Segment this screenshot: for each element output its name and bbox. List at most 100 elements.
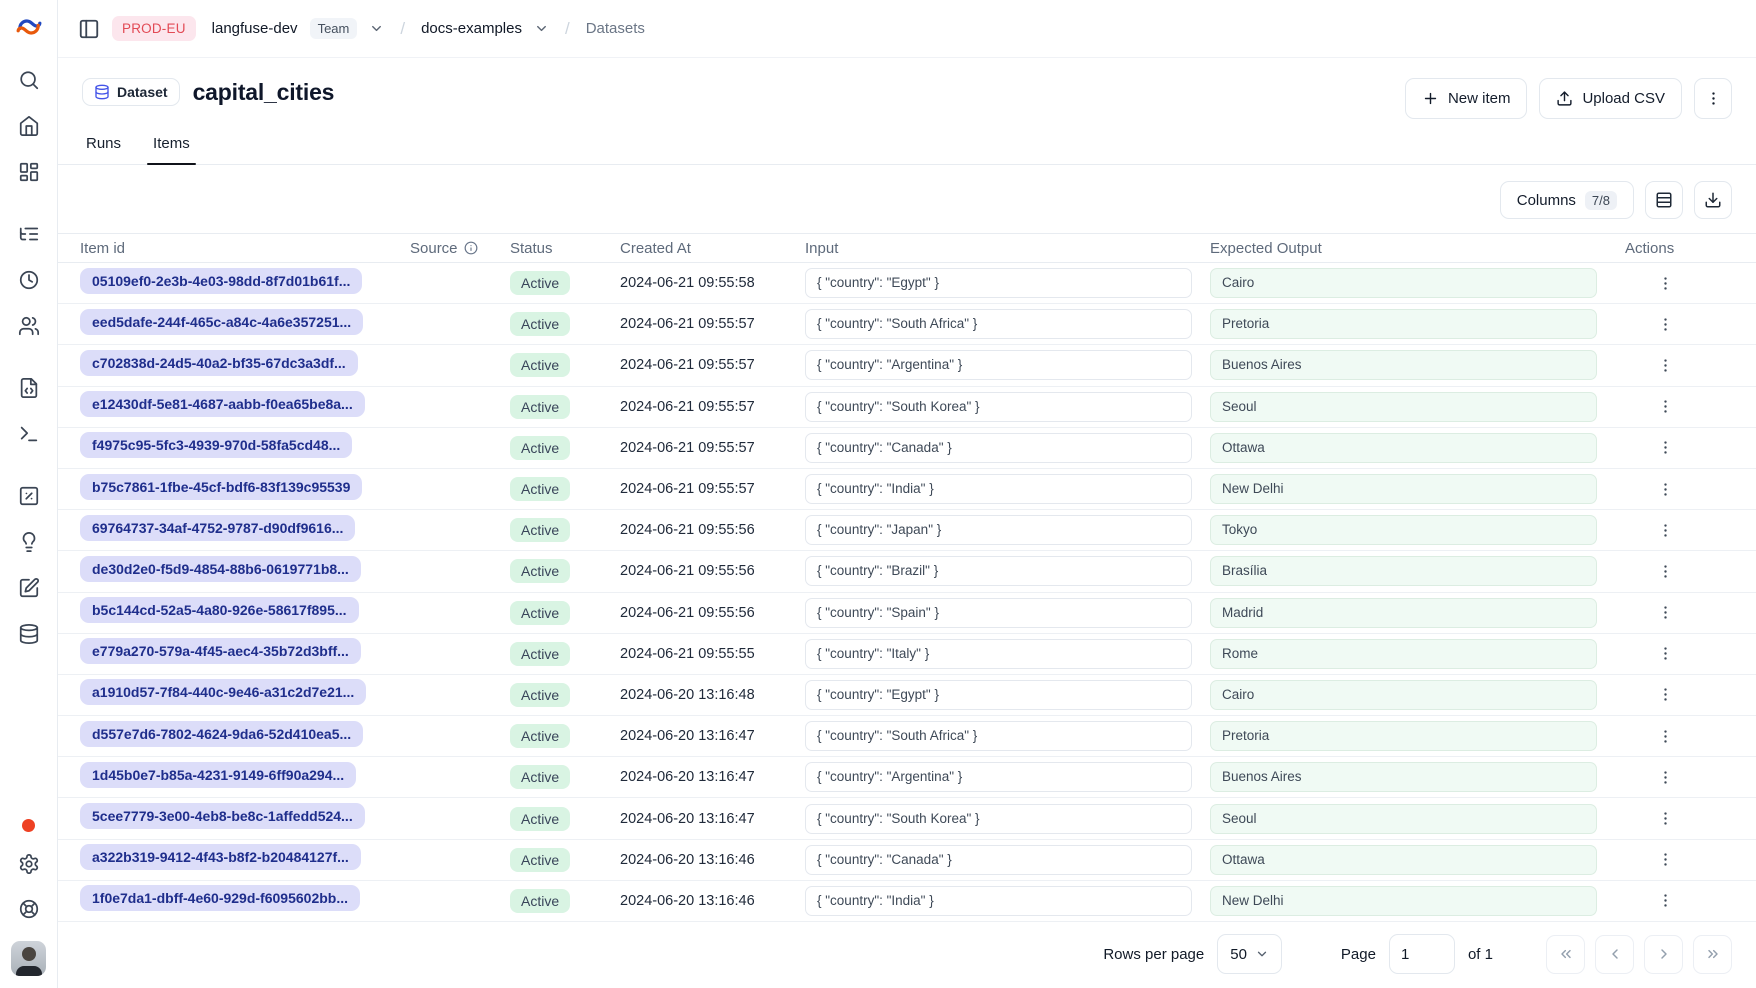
expected-output-value-box[interactable]: Tokyo <box>1210 515 1597 545</box>
sidebar-item-dashboard[interactable] <box>16 159 42 185</box>
sidebar-item-list-tree[interactable] <box>16 221 42 247</box>
item-id-pill[interactable]: eed5dafe-244f-465c-a84c-4a6e357251... <box>80 309 363 335</box>
sidebar-item-life-buoy[interactable] <box>16 896 42 922</box>
input-value-box[interactable]: { "country": "Canada" } <box>805 845 1192 875</box>
input-value-box[interactable]: { "country": "Egypt" } <box>805 680 1192 710</box>
expected-output-value-box[interactable]: New Delhi <box>1210 886 1597 916</box>
row-actions-button[interactable] <box>1655 890 1676 911</box>
input-value-box[interactable]: { "country": "India" } <box>805 474 1192 504</box>
item-id-pill[interactable]: c702838d-24d5-40a2-bf35-67dc3a3df... <box>80 350 358 376</box>
dataset-actions-menu-button[interactable] <box>1694 78 1732 119</box>
input-value-box[interactable]: { "country": "Canada" } <box>805 433 1192 463</box>
row-actions-button[interactable] <box>1655 684 1676 705</box>
sidebar-toggle-icon[interactable] <box>78 18 100 40</box>
org-switcher-chevron-down-icon[interactable] <box>369 21 384 36</box>
first-page-button[interactable] <box>1546 935 1585 974</box>
next-page-button[interactable] <box>1644 935 1683 974</box>
input-value-box[interactable]: { "country": "South Korea" } <box>805 804 1192 834</box>
expected-output-value-box[interactable]: New Delhi <box>1210 474 1597 504</box>
item-id-pill[interactable]: 1d45b0e7-b85a-4231-9149-6ff90a294... <box>80 762 356 788</box>
input-value-box[interactable]: { "country": "Brazil" } <box>805 556 1192 586</box>
row-actions-button[interactable] <box>1655 808 1676 829</box>
input-value-box[interactable]: { "country": "Japan" } <box>805 515 1192 545</box>
record-dot-icon[interactable] <box>22 819 35 832</box>
row-actions-button[interactable] <box>1655 437 1676 458</box>
input-value-box[interactable]: { "country": "South Africa" } <box>805 721 1192 751</box>
row-actions-button[interactable] <box>1655 561 1676 582</box>
expected-output-value-box[interactable]: Cairo <box>1210 680 1597 710</box>
item-id-pill[interactable]: a1910d57-7f84-440c-9e46-a31c2d7e21... <box>80 679 366 705</box>
page-number-input[interactable] <box>1389 934 1455 974</box>
row-actions-button[interactable] <box>1655 602 1676 623</box>
input-value-box[interactable]: { "country": "Italy" } <box>805 639 1192 669</box>
rows-per-page-select[interactable]: 50 <box>1217 934 1282 974</box>
item-id-pill[interactable]: d557e7d6-7802-4624-9da6-52d410ea5... <box>80 721 363 747</box>
new-item-button[interactable]: New item <box>1405 78 1528 119</box>
expected-output-value-box[interactable]: Pretoria <box>1210 309 1597 339</box>
tab-runs[interactable]: Runs <box>84 135 123 164</box>
expected-output-value-box[interactable]: Ottawa <box>1210 433 1597 463</box>
item-id-pill[interactable]: f4975c95-5fc3-4939-970d-58fa5cd48... <box>80 432 352 458</box>
expected-output-value-box[interactable]: Buenos Aires <box>1210 350 1597 380</box>
input-value-box[interactable]: { "country": "Spain" } <box>805 598 1192 628</box>
sidebar-item-terminal[interactable] <box>16 421 42 447</box>
row-actions-button[interactable] <box>1655 726 1676 747</box>
input-value-box[interactable]: { "country": "South Korea" } <box>805 392 1192 422</box>
row-actions-button[interactable] <box>1655 479 1676 500</box>
previous-page-button[interactable] <box>1595 935 1634 974</box>
item-id-pill[interactable]: 69764737-34af-4752-9787-d90df9616... <box>80 515 355 541</box>
info-icon[interactable] <box>464 241 478 255</box>
expected-output-value-box[interactable]: Seoul <box>1210 804 1597 834</box>
expected-output-value-box[interactable]: Madrid <box>1210 598 1597 628</box>
row-actions-button[interactable] <box>1655 355 1676 376</box>
row-actions-button[interactable] <box>1655 396 1676 417</box>
langfuse-logo-icon[interactable] <box>16 14 42 43</box>
item-id-pill[interactable]: 1f0e7da1-dbff-4e60-929d-f6095602bb... <box>80 885 360 911</box>
row-actions-button[interactable] <box>1655 314 1676 335</box>
export-button[interactable] <box>1694 181 1732 219</box>
row-actions-button[interactable] <box>1655 643 1676 664</box>
row-height-button[interactable] <box>1645 181 1683 219</box>
last-page-button[interactable] <box>1693 935 1732 974</box>
item-id-pill[interactable]: b5c144cd-52a5-4a80-926e-58617f895... <box>80 597 359 623</box>
expected-output-value-box[interactable]: Rome <box>1210 639 1597 669</box>
upload-csv-button[interactable]: Upload CSV <box>1539 78 1682 119</box>
input-value-box[interactable]: { "country": "India" } <box>805 886 1192 916</box>
item-id-pill[interactable]: b75c7861-1fbe-45cf-bdf6-83f139c95539 <box>80 474 362 500</box>
expected-output-value-box[interactable]: Seoul <box>1210 392 1597 422</box>
item-id-pill[interactable]: e12430df-5e81-4687-aabb-f0ea65be8a... <box>80 391 365 417</box>
expected-output-value-box[interactable]: Ottawa <box>1210 845 1597 875</box>
sidebar-item-square-pen[interactable] <box>16 575 42 601</box>
row-actions-button[interactable] <box>1655 849 1676 870</box>
columns-button[interactable]: Columns 7/8 <box>1500 181 1634 219</box>
row-actions-button[interactable] <box>1655 273 1676 294</box>
item-id-pill[interactable]: de30d2e0-f5d9-4854-88b6-0619771b8... <box>80 556 361 582</box>
item-id-pill[interactable]: a322b319-9412-4f43-b8f2-b20484127f... <box>80 844 361 870</box>
sidebar-item-clock[interactable] <box>16 267 42 293</box>
input-value-box[interactable]: { "country": "Argentina" } <box>805 350 1192 380</box>
sidebar-item-percent-square[interactable] <box>16 483 42 509</box>
org-name[interactable]: langfuse-dev <box>212 20 298 37</box>
row-actions-button[interactable] <box>1655 767 1676 788</box>
project-switcher-chevron-down-icon[interactable] <box>534 21 549 36</box>
input-value-box[interactable]: { "country": "Egypt" } <box>805 268 1192 298</box>
input-value-box[interactable]: { "country": "South Africa" } <box>805 309 1192 339</box>
expected-output-value-box[interactable]: Pretoria <box>1210 721 1597 751</box>
sidebar-item-database[interactable] <box>16 621 42 647</box>
row-actions-button[interactable] <box>1655 520 1676 541</box>
sidebar-item-search[interactable] <box>16 67 42 93</box>
project-name[interactable]: docs-examples <box>421 20 522 37</box>
tab-items[interactable]: Items <box>151 135 192 164</box>
breadcrumb-section[interactable]: Datasets <box>586 20 645 37</box>
item-id-pill[interactable]: 05109ef0-2e3b-4e03-98dd-8f7d01b61f... <box>80 268 362 294</box>
input-value-box[interactable]: { "country": "Argentina" } <box>805 762 1192 792</box>
sidebar-item-users[interactable] <box>16 313 42 339</box>
sidebar-item-file-code[interactable] <box>16 375 42 401</box>
expected-output-value-box[interactable]: Brasília <box>1210 556 1597 586</box>
expected-output-value-box[interactable]: Cairo <box>1210 268 1597 298</box>
sidebar-item-home[interactable] <box>16 113 42 139</box>
item-id-pill[interactable]: 5cee7779-3e00-4eb8-be8c-1affedd524... <box>80 803 365 829</box>
user-avatar[interactable] <box>11 941 46 976</box>
expected-output-value-box[interactable]: Buenos Aires <box>1210 762 1597 792</box>
item-id-pill[interactable]: e779a270-579a-4f45-aec4-35b72d3bff... <box>80 638 361 664</box>
